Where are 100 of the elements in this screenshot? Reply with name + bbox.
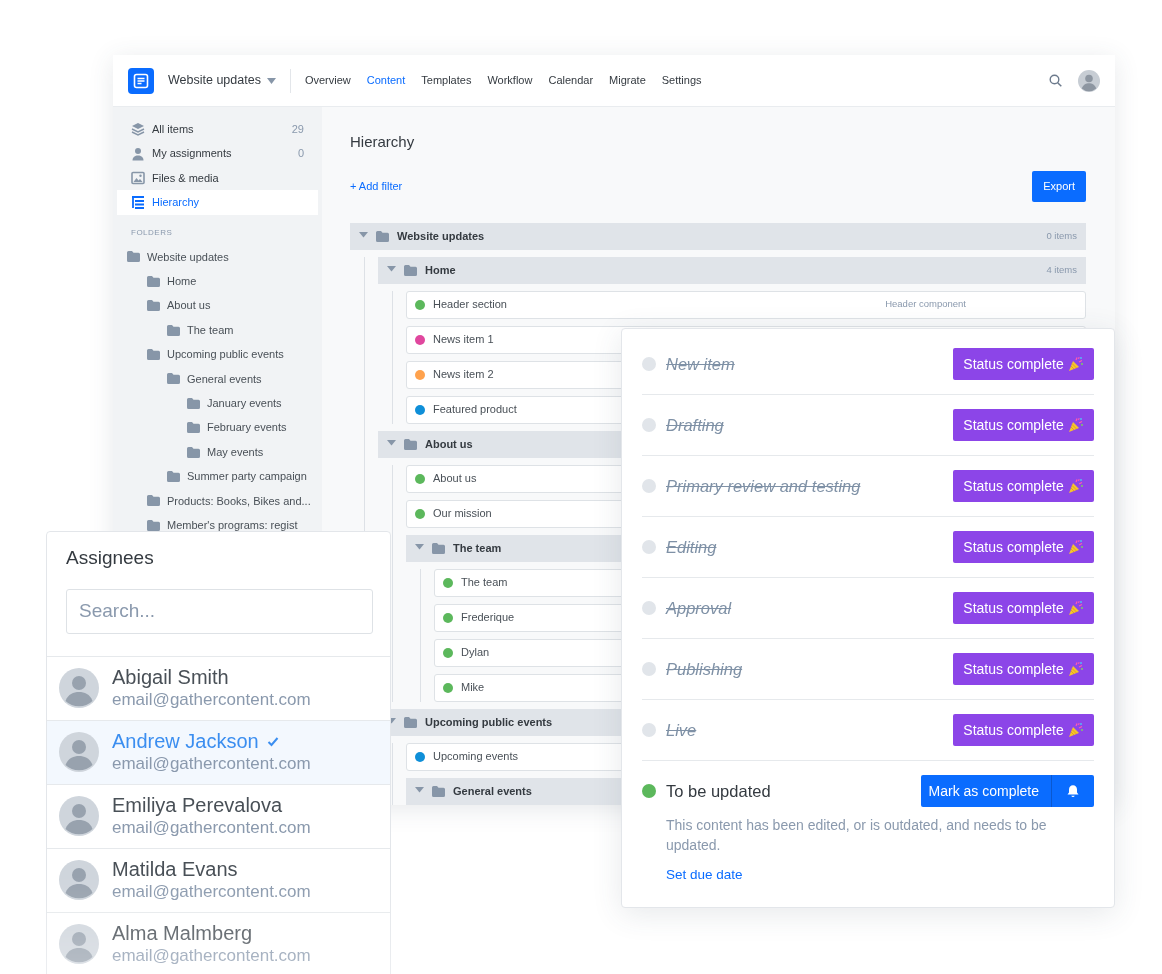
status-complete-button[interactable]: Status complete — [953, 531, 1094, 563]
folder-icon — [147, 519, 160, 531]
sidebar-item[interactable]: My assignments 0 — [117, 141, 318, 166]
hierarchy-icon — [131, 195, 145, 210]
person-name: Matilda Evans — [112, 857, 238, 881]
section-heading: FOLDERS — [130, 226, 174, 239]
item-label: Hierarchy — [152, 195, 200, 210]
assignee-row[interactable]: Emiliya Perevalova email@gathercontent.com — [47, 783, 390, 848]
folder-item[interactable]: Upcoming public events — [127, 342, 322, 367]
folder-icon — [404, 438, 417, 450]
caret-icon — [266, 77, 276, 84]
folder-icon — [404, 716, 417, 728]
content-row[interactable]: Header section Header component — [406, 290, 1086, 319]
folder-icon — [187, 422, 200, 434]
folder-item[interactable]: General events — [127, 366, 322, 392]
item-count: 29 — [291, 122, 304, 137]
mark-complete-button[interactable]: Mark as complete — [920, 775, 1052, 807]
status-complete-button[interactable]: Status complete — [953, 348, 1094, 380]
nav-tab[interactable]: Templates — [421, 72, 472, 89]
folder-item[interactable]: Summer party campaign — [127, 464, 322, 489]
status-complete-button[interactable]: Status complete — [953, 592, 1094, 624]
person-email: email@gathercontent.com — [112, 689, 311, 711]
folder-item[interactable]: January events — [127, 391, 322, 416]
status-name: Publishing — [666, 658, 743, 680]
page-title: Hierarchy — [350, 133, 416, 151]
assignee-row[interactable]: Matilda Evans email@gathercontent.com — [47, 847, 390, 912]
status-complete-button[interactable]: Status complete — [953, 714, 1094, 746]
project-dropdown[interactable]: Website updates — [168, 68, 291, 93]
add-filter-link[interactable]: + Add filter — [350, 178, 403, 195]
person-name: Andrew Jackson — [112, 729, 259, 753]
status-name: New item — [666, 353, 735, 375]
assignee-row[interactable]: Alma Malmberg email@gathercontent.com — [47, 911, 390, 974]
folder-row[interactable]: Home 4 items — [378, 256, 1086, 284]
party-popper-icon — [1067, 478, 1084, 494]
folder-item[interactable]: May events — [127, 439, 322, 465]
nav-tab[interactable]: Settings — [661, 72, 702, 89]
assignee-row[interactable]: Abigail Smith email@gathercontent.com — [47, 655, 390, 720]
sidebar-item[interactable]: Hierarchy — [117, 190, 318, 215]
folder-item[interactable]: Home — [127, 269, 322, 294]
notify-button[interactable] — [1052, 775, 1094, 807]
item-name: Upcoming events — [433, 749, 518, 765]
person-name: Abigail Smith — [112, 665, 229, 689]
folder-item[interactable]: About us — [127, 293, 322, 318]
nav-tab[interactable]: Migrate — [609, 72, 646, 89]
folder-name: Upcoming public events — [167, 347, 284, 362]
item-name: Header section — [433, 297, 507, 313]
nav-tab[interactable]: Workflow — [487, 72, 533, 89]
person-name: Alma Malmberg — [112, 921, 253, 945]
folder-item[interactable]: The team — [127, 317, 322, 343]
item-label: All items — [152, 122, 194, 137]
folder-item[interactable]: Member's programs: regist — [127, 513, 322, 538]
folder-row[interactable]: Website updates 0 items — [350, 222, 1086, 250]
folder-name: The team — [453, 540, 502, 556]
folder-icon — [147, 300, 160, 312]
app-logo[interactable] — [128, 67, 154, 94]
folder-icon — [376, 230, 389, 242]
status-name: Primary review and testing — [666, 475, 861, 497]
folder-name: General events — [187, 371, 262, 387]
folder-name: Home — [425, 262, 456, 278]
avatar — [59, 924, 99, 964]
item-count: 4 items — [1046, 262, 1077, 277]
export-button[interactable]: Export — [1032, 171, 1086, 202]
nav-tab[interactable]: Content — [366, 72, 406, 89]
sidebar-item[interactable]: Files & media — [117, 165, 318, 191]
folder-icon — [167, 373, 180, 385]
status-complete-button[interactable]: Status complete — [953, 653, 1094, 685]
folder-name: Member's programs: regist — [167, 518, 298, 533]
folder-item[interactable]: Website updates — [127, 244, 322, 270]
status-complete-button[interactable]: Status complete — [953, 470, 1094, 502]
avatar[interactable] — [1078, 69, 1100, 92]
party-popper-icon — [1067, 600, 1084, 616]
nav-tab[interactable]: Overview — [304, 72, 351, 89]
search-field[interactable]: Search... — [66, 588, 373, 634]
party-popper-icon — [1067, 722, 1084, 738]
folder-icon — [404, 264, 417, 276]
person-email: email@gathercontent.com — [112, 945, 311, 967]
item-name: News item 2 — [433, 367, 494, 383]
sidebar-item[interactable]: All items 29 — [117, 117, 318, 142]
folder-name: Website updates — [397, 228, 485, 244]
nav-tab[interactable]: Calendar — [548, 72, 594, 89]
folder-icon — [127, 251, 140, 263]
item-name: Our mission — [433, 506, 492, 522]
item-name: Dylan — [461, 645, 490, 661]
folder-item[interactable]: February events — [127, 415, 322, 440]
folder-icon — [432, 785, 445, 797]
status-complete-button[interactable]: Status complete — [953, 409, 1094, 441]
status-name: Live — [666, 719, 697, 741]
bell-icon — [1066, 784, 1080, 798]
folder-icon — [147, 348, 160, 360]
layers-icon — [131, 122, 145, 137]
item-count: 0 items — [1046, 228, 1077, 243]
item-name: Frederique — [461, 610, 515, 626]
person-name: Emiliya Perevalova — [112, 793, 283, 817]
due-date-link[interactable]: Set due date — [666, 865, 743, 886]
folder-name: About us — [167, 298, 211, 313]
item-name: The team — [461, 575, 508, 591]
folder-icon — [167, 324, 180, 336]
folder-item[interactable]: Products: Books, Bikes and... — [127, 488, 322, 514]
avatar — [59, 732, 99, 772]
search-icon[interactable] — [1049, 74, 1062, 87]
